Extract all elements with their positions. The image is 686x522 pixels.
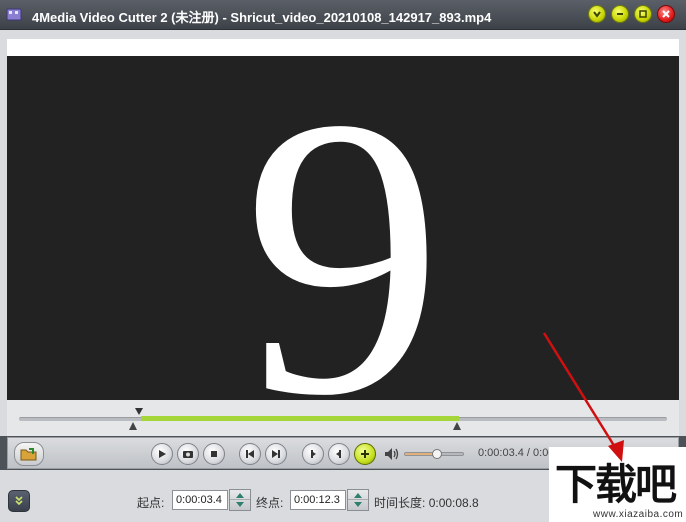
end-time-stepper[interactable]	[347, 489, 369, 511]
watermark-text: 下载吧	[555, 460, 677, 509]
snapshot-icon	[183, 451, 193, 458]
countdown-digit: 9	[243, 56, 443, 400]
snapshot-button[interactable]	[177, 443, 199, 465]
start-label: 起点:	[137, 496, 165, 510]
minimize-icon	[617, 13, 623, 15]
end-label: 终点:	[256, 496, 284, 510]
watermark-url: www.xiazaiba.com	[593, 509, 684, 520]
duration-label: 时间长度:	[374, 496, 426, 510]
minimize-button[interactable]	[611, 5, 629, 23]
next-frame-button[interactable]	[265, 443, 287, 465]
arrow-up-icon	[236, 492, 244, 498]
set-end-button[interactable]	[328, 443, 350, 465]
selected-range	[141, 416, 459, 421]
start-time-stepper[interactable]	[229, 489, 251, 511]
close-button[interactable]	[657, 5, 675, 23]
previous-frame-button[interactable]	[239, 443, 261, 465]
start-increment-button[interactable]	[230, 490, 250, 500]
duration-value: 0:00:08.8	[428, 496, 479, 510]
timeline[interactable]	[7, 400, 679, 436]
close-icon	[662, 10, 670, 18]
end-marker[interactable]	[453, 422, 461, 430]
dropdown-icon	[593, 11, 601, 18]
duration-readout: 时间长度: 0:00:08.8	[374, 494, 479, 511]
video-preview[interactable]: 9	[7, 56, 679, 400]
open-file-icon	[20, 448, 37, 461]
volume-icon[interactable]	[384, 447, 400, 461]
watermark-logo: 下载吧 www.xiazaiba.com	[549, 447, 686, 522]
arrow-up-icon	[354, 492, 362, 498]
stop-icon	[211, 451, 217, 457]
maximize-icon	[639, 10, 647, 18]
double-chevron-down-icon	[15, 496, 23, 506]
volume-slider[interactable]	[404, 449, 464, 459]
volume-knob[interactable]	[431, 449, 442, 459]
previous-frame-icon	[246, 450, 254, 458]
start-marker[interactable]	[129, 422, 137, 430]
end-increment-button[interactable]	[348, 490, 368, 500]
play-icon	[159, 450, 166, 458]
add-segment-button[interactable]	[354, 443, 376, 465]
title-bar[interactable]: 4Media Video Cutter 2 (未注册) - Shricut_vi…	[0, 0, 686, 30]
open-file-button[interactable]	[14, 442, 44, 466]
arrow-down-icon	[354, 502, 362, 507]
end-decrement-button[interactable]	[348, 500, 368, 510]
preview-top-strip	[7, 39, 679, 56]
dropdown-button[interactable]	[588, 5, 606, 23]
set-start-button[interactable]	[302, 443, 324, 465]
set-start-icon	[311, 450, 316, 458]
expand-panel-button[interactable]	[8, 490, 30, 512]
end-time-input[interactable]	[290, 490, 346, 510]
app-window: 4Media Video Cutter 2 (未注册) - Shricut_vi…	[0, 0, 686, 522]
maximize-button[interactable]	[634, 5, 652, 23]
arrow-down-icon	[236, 502, 244, 507]
play-button[interactable]	[151, 443, 173, 465]
start-time-input[interactable]	[172, 490, 228, 510]
next-frame-icon	[272, 450, 280, 458]
playhead-marker[interactable]	[135, 408, 143, 415]
app-icon	[6, 8, 22, 21]
video-frame-content: 9	[243, 56, 443, 400]
add-segment-icon	[361, 450, 369, 458]
window-title: 4Media Video Cutter 2 (未注册) - Shricut_vi…	[32, 10, 492, 25]
preview-frame: 9	[0, 30, 686, 436]
start-decrement-button[interactable]	[230, 500, 250, 510]
stop-button[interactable]	[203, 443, 225, 465]
set-end-icon	[336, 450, 341, 458]
